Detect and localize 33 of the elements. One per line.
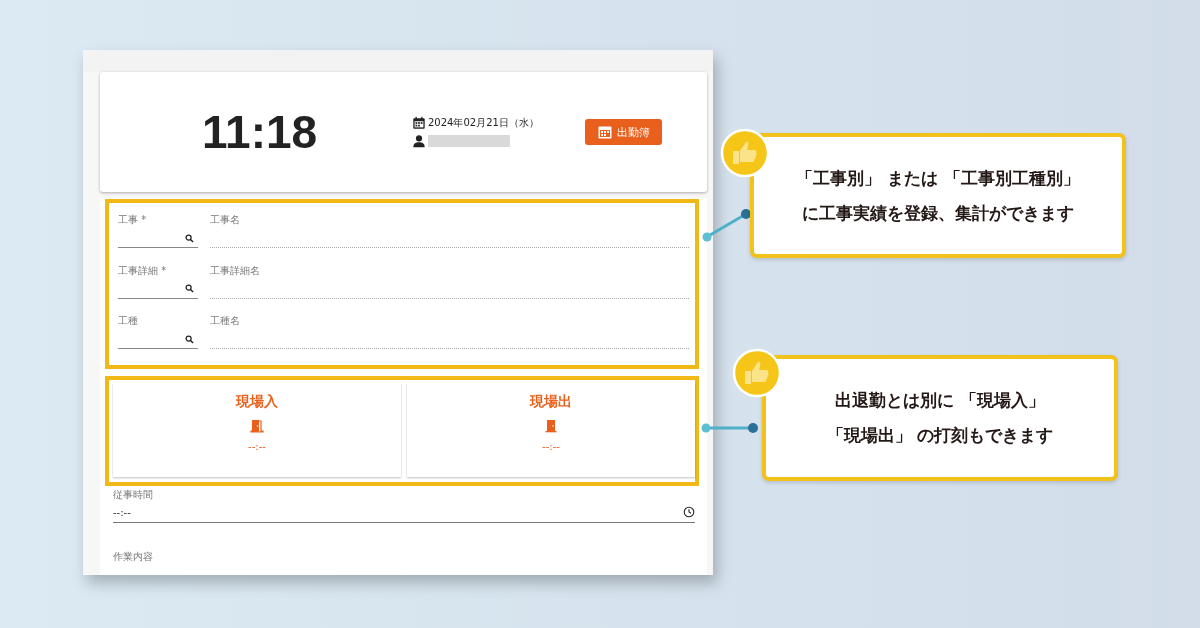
punch-time: --:--: [542, 441, 560, 452]
field-label: 工種: [118, 314, 139, 329]
field-label: 作業内容: [113, 551, 153, 562]
field-label: 工事名: [210, 213, 241, 227]
clock-icon[interactable]: [683, 506, 695, 518]
time-field[interactable]: --:--: [113, 502, 695, 523]
field-label: 従事時間: [113, 488, 154, 502]
card-title: 現場出: [530, 393, 572, 411]
callout-text: 「工事別」 または 「工事別工種別」: [796, 166, 1080, 190]
door-icon: [250, 419, 264, 433]
search-icon[interactable]: [185, 284, 194, 294]
punch-time: --:--: [248, 441, 266, 452]
field-label: 工事 *: [118, 213, 148, 227]
date-text: 2024年02月21日（水）: [428, 116, 539, 130]
calendar-icon: [597, 124, 613, 140]
callout-text: 出退勤とは別に 「現場入」: [835, 389, 1045, 412]
attendance-button[interactable]: 出勤簿: [585, 119, 662, 145]
callout-text: 「現場出」 の打刻もできます: [826, 424, 1054, 447]
callout-text: に工事実績を登録、集計ができます: [802, 201, 1074, 225]
punch-card[interactable]: 現場入 --:--: [113, 383, 401, 477]
connector-line: [700, 422, 759, 434]
field-label: 工事詳細 *: [118, 263, 168, 278]
clock-time: 11:18: [202, 105, 319, 159]
search-icon[interactable]: [185, 334, 194, 344]
user-icon: [412, 134, 426, 148]
calendar-icon: [412, 116, 426, 130]
field-label: 工事詳細名: [210, 263, 261, 278]
door-icon: [544, 419, 558, 433]
field-label: 工種名: [210, 314, 241, 329]
connector-line: [702, 208, 752, 243]
punch-card[interactable]: 現場出 --:--: [407, 383, 695, 477]
card-title: 現場入: [236, 393, 278, 411]
search-icon[interactable]: [185, 233, 194, 243]
